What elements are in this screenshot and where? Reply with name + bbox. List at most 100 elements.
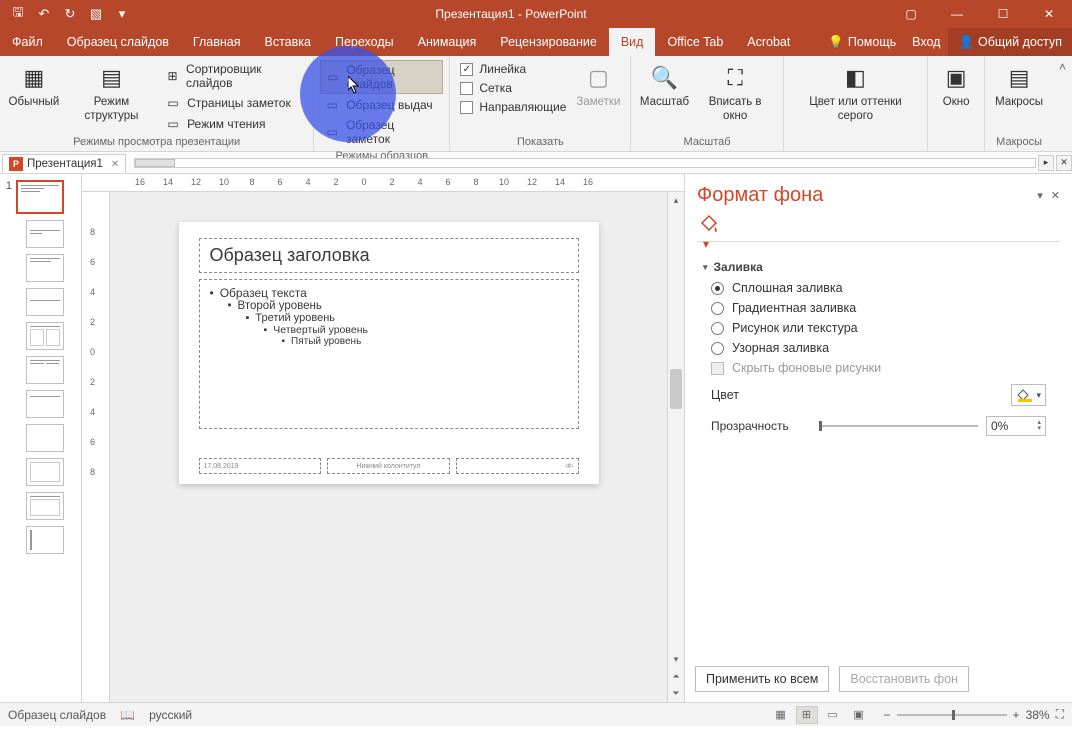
master-slide-thumbnail[interactable] — [16, 180, 64, 214]
qat-more-button[interactable]: ▾ — [110, 2, 134, 26]
transparency-value: 0% — [991, 419, 1008, 433]
fill-gradient-radio[interactable]: Градиентная заливка — [703, 298, 1054, 318]
scroll-up-button[interactable]: ▴ — [668, 192, 684, 209]
save-button[interactable]: 🖫 — [6, 2, 30, 26]
ruler-checkbox[interactable]: ✓Линейка — [456, 60, 570, 78]
hscroll-close[interactable]: ✕ — [1056, 155, 1072, 171]
zoom-value[interactable]: 38% — [1026, 708, 1050, 722]
vertical-scrollbar[interactable]: ▴ ▾ ⏶ ⏷ — [667, 192, 684, 702]
hscroll-right[interactable]: ▸ — [1038, 155, 1054, 171]
redo-button[interactable]: ↻ — [58, 2, 82, 26]
scroll-track[interactable] — [668, 209, 684, 651]
panel-options-button[interactable]: ▾ — [1037, 189, 1043, 202]
normal-view-switch[interactable]: ▦ — [770, 706, 792, 724]
layout-thumbnail[interactable] — [26, 390, 64, 418]
zoom-out-button[interactable]: − — [884, 708, 891, 722]
prev-slide-button[interactable]: ⏶ — [668, 668, 684, 685]
window-button[interactable]: ▣ Окно — [934, 60, 978, 112]
layout-thumbnail[interactable] — [26, 220, 64, 248]
tab-animation[interactable]: Анимация — [406, 28, 489, 56]
normal-view-button[interactable]: ▦ Обычный — [6, 60, 62, 112]
transparency-spinbox[interactable]: 0% ▴▾ — [986, 416, 1046, 436]
layout-thumbnail[interactable] — [26, 322, 64, 350]
layout-thumbnail[interactable] — [26, 356, 64, 384]
fit-to-window-button[interactable]: ⛶ — [1056, 707, 1064, 722]
fit-window-button[interactable]: ⛶ Вписать в окно — [694, 60, 777, 126]
scroll-down-button[interactable]: ▾ — [668, 651, 684, 668]
color-grayscale-button[interactable]: ◧ Цвет или оттенки серого — [790, 60, 921, 126]
sorter-view-switch[interactable]: ⊞ — [796, 706, 818, 724]
apply-to-all-button[interactable]: Применить ко всем — [695, 666, 829, 692]
layout-thumbnail[interactable] — [26, 254, 64, 282]
hscroll-thumb[interactable] — [135, 159, 175, 167]
date-placeholder[interactable]: 17.08.2019 — [199, 458, 322, 474]
layout-thumbnail[interactable] — [26, 492, 64, 520]
group-macros-label: Макросы — [991, 134, 1047, 151]
scroll-thumb[interactable] — [670, 369, 682, 409]
spin-down-icon[interactable]: ▾ — [1037, 426, 1041, 432]
slide-viewport[interactable]: Образец заголовка Образец текста Второй … — [110, 192, 667, 702]
tab-insert[interactable]: Вставка — [253, 28, 323, 56]
ribbon-display-button[interactable]: ▢ — [888, 0, 934, 28]
help-button[interactable]: 💡 Помощь — [820, 28, 904, 56]
reading-view-button[interactable]: ▭Режим чтения — [161, 114, 307, 134]
slide-master[interactable]: Образец заголовка Образец текста Второй … — [179, 222, 599, 484]
notes-page-button[interactable]: ▭Страницы заметок — [161, 93, 307, 113]
layout-thumbnail[interactable] — [26, 288, 64, 316]
tab-slide-master[interactable]: Образец слайдов — [55, 28, 181, 56]
close-tab-icon[interactable]: ✕ — [111, 159, 119, 170]
next-slide-button[interactable]: ⏷ — [668, 685, 684, 702]
reading-view-switch[interactable]: ▭ — [822, 706, 844, 724]
slide-sorter-button[interactable]: ⊞Сортировщик слайдов — [161, 60, 307, 92]
start-slideshow-button[interactable]: ▧ — [84, 2, 108, 26]
tab-transitions[interactable]: Переходы — [323, 28, 406, 56]
fill-solid-radio[interactable]: Сплошная заливка — [703, 278, 1054, 298]
guides-label: Направляющие — [479, 100, 566, 114]
collapse-ribbon-button[interactable]: ˄ — [1053, 56, 1072, 151]
document-tab[interactable]: P Презентация1 ✕ — [2, 154, 126, 173]
fill-bucket-icon[interactable] — [699, 213, 721, 235]
handout-master-button[interactable]: ▭Образец выдач — [320, 95, 443, 115]
undo-button[interactable]: ↶ — [32, 2, 56, 26]
layout-thumbnail[interactable] — [26, 458, 64, 486]
fill-pattern-radio[interactable]: Узорная заливка — [703, 338, 1054, 358]
title-placeholder[interactable]: Образец заголовка — [199, 238, 579, 273]
slideshow-view-switch[interactable]: ▣ — [848, 706, 870, 724]
transparency-slider[interactable] — [819, 425, 978, 427]
color-picker-button[interactable]: ▾ — [1011, 384, 1046, 406]
maximize-button[interactable]: ☐ — [980, 0, 1026, 28]
guides-checkbox[interactable]: Направляющие — [456, 98, 570, 116]
notes-master-button[interactable]: ▭Образец заметок — [320, 116, 443, 148]
spellcheck-icon[interactable]: 📖 — [120, 708, 135, 722]
tab-file[interactable]: Файл — [0, 28, 55, 56]
slide-number-placeholder[interactable]: ‹#› — [456, 458, 579, 474]
tab-review[interactable]: Рецензирование — [488, 28, 609, 56]
tab-acrobat[interactable]: Acrobat — [735, 28, 802, 56]
slide-thumbnails-pane[interactable]: 1 — [0, 174, 82, 702]
minimize-button[interactable]: — — [934, 0, 980, 28]
signin-button[interactable]: Вход — [904, 28, 948, 56]
layout-thumbnail[interactable] — [26, 526, 64, 554]
body-placeholder[interactable]: Образец текста Второй уровень Третий уро… — [199, 279, 579, 429]
slide-master-button[interactable]: ▭Образец слайдов — [320, 60, 443, 94]
tab-view[interactable]: Вид — [609, 28, 656, 56]
transparency-label: Прозрачность — [711, 419, 811, 433]
zoom-in-button[interactable]: + — [1013, 708, 1020, 722]
layout-thumbnail[interactable] — [26, 424, 64, 452]
zoom-button[interactable]: 🔍 Масштаб — [637, 60, 691, 112]
close-button[interactable]: ✕ — [1026, 0, 1072, 28]
grid-checkbox[interactable]: Сетка — [456, 79, 570, 97]
macros-button[interactable]: ▤ Макросы — [991, 60, 1047, 112]
footer-placeholder[interactable]: Нижний колонтитул — [327, 458, 450, 474]
fill-section-header[interactable]: Заливка — [703, 256, 1054, 278]
outline-view-button[interactable]: ▤ Режим структуры — [64, 60, 159, 126]
fill-picture-radio[interactable]: Рисунок или текстура — [703, 318, 1054, 338]
zoom-slider[interactable] — [897, 714, 1007, 716]
share-button[interactable]: 👤 Общий доступ — [948, 28, 1072, 56]
hscroll-track[interactable] — [134, 158, 1036, 168]
panel-close-button[interactable]: ✕ — [1051, 189, 1060, 202]
ruler-tick: 0 — [361, 177, 366, 187]
tab-home[interactable]: Главная — [181, 28, 253, 56]
tab-office-tab[interactable]: Office Tab — [655, 28, 735, 56]
status-language[interactable]: русский — [149, 708, 192, 722]
